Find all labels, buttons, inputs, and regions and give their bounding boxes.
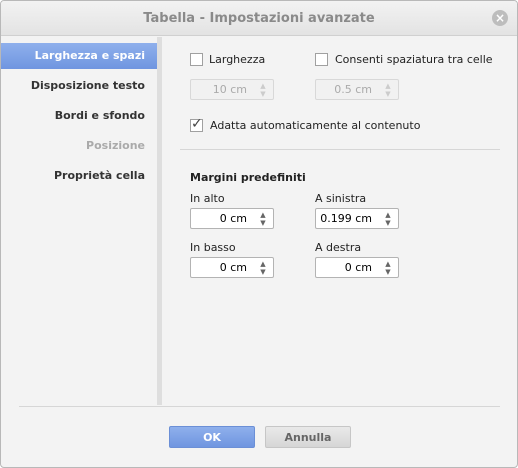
autofit-label: Adatta automaticamente al contenuto <box>210 119 421 132</box>
spinner-arrows-icon[interactable]: ▲ ▼ <box>378 258 398 277</box>
width-checkbox[interactable] <box>190 53 203 66</box>
top-value: 0 cm <box>219 212 247 225</box>
left-value: 0.199 cm <box>320 212 372 225</box>
sidebar-item-proprieta-cella[interactable]: Proprietà cella <box>1 163 157 189</box>
sidebar-item-bordi-e-sfondo[interactable]: Bordi e sfondo <box>1 103 157 129</box>
dialog-title: Tabella - Impostazioni avanzate <box>1 1 517 36</box>
close-icon[interactable]: × <box>492 10 508 26</box>
left-margin-spinner[interactable]: 0.199 cm ▲ ▼ <box>315 208 399 229</box>
sidebar-item-larghezza-e-spazi[interactable]: Larghezza e spazi <box>1 43 157 69</box>
right-margin-spinner[interactable]: 0 cm ▲ ▼ <box>315 257 399 278</box>
dialog-window: Tabella - Impostazioni avanzate × Larghe… <box>0 0 518 468</box>
bottom-value: 0 cm <box>219 261 247 274</box>
spacing-spinner: 0.5 cm ▲ ▼ <box>315 79 399 100</box>
right-label: A destra <box>315 241 362 254</box>
width-spinner: 10 cm ▲ ▼ <box>190 79 274 100</box>
spinner-arrows-icon[interactable]: ▲ ▼ <box>253 258 273 277</box>
sidebar-item-disposizione-testo[interactable]: Disposizione testo <box>1 73 157 99</box>
spacing-value: 0.5 cm <box>334 83 372 96</box>
top-margin-spinner[interactable]: 0 cm ▲ ▼ <box>190 208 274 229</box>
margins-heading: Margini predefiniti <box>190 171 306 184</box>
sidebar: Larghezza e spazi Disposizione testo Bor… <box>1 37 162 405</box>
spacing-label: Consenti spaziatura tra celle <box>335 53 493 66</box>
footer-divider <box>19 406 500 407</box>
sidebar-item-posizione: Posizione <box>86 139 145 152</box>
divider <box>180 149 500 150</box>
width-value: 10 cm <box>212 83 247 96</box>
ok-button[interactable]: OK <box>169 426 255 448</box>
top-label: In alto <box>190 192 225 205</box>
right-value: 0 cm <box>344 261 372 274</box>
spinner-arrows-icon: ▲ ▼ <box>260 82 266 98</box>
spacing-checkbox[interactable] <box>315 53 328 66</box>
cancel-button[interactable]: Annulla <box>265 426 351 448</box>
spinner-arrows-icon[interactable]: ▲ ▼ <box>253 209 273 228</box>
bottom-margin-spinner[interactable]: 0 cm ▲ ▼ <box>190 257 274 278</box>
spinner-arrows-icon[interactable]: ▲ ▼ <box>378 209 398 228</box>
bottom-label: In basso <box>190 241 236 254</box>
autofit-checkbox[interactable] <box>190 116 203 132</box>
spinner-arrows-icon: ▲ ▼ <box>385 82 391 98</box>
left-label: A sinistra <box>315 192 367 205</box>
width-label: Larghezza <box>209 53 266 66</box>
